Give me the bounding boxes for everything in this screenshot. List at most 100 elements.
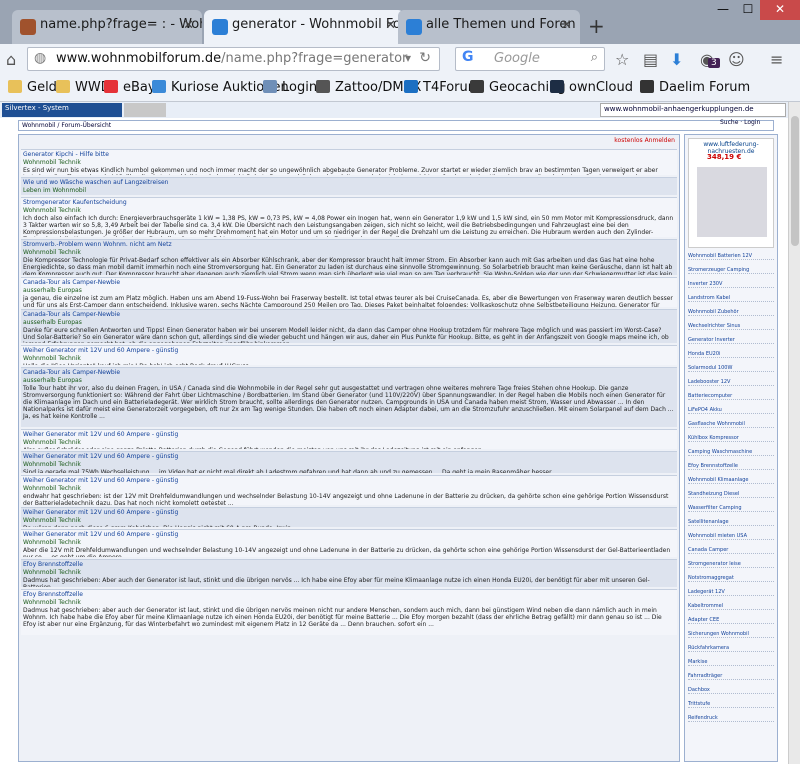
sidebar-link[interactable]: Satellitenanlage — [688, 519, 774, 526]
post-forum[interactable]: Leben im Wohnmobil — [21, 187, 677, 194]
reload-icon[interactable]: ↻ — [419, 50, 431, 66]
breadcrumb[interactable]: Wohnmobil / Forum-Übersicht — [18, 120, 774, 131]
post-title[interactable]: Canada-Tour als Camper-Newbie — [21, 368, 677, 377]
close-icon[interactable]: ✕ — [183, 18, 194, 33]
sidebar-link[interactable]: Reifendruck — [688, 715, 774, 722]
sidebar-link[interactable]: Camping Waschmaschine — [688, 449, 774, 456]
tab-2[interactable]: generator - Wohnmobil Fo... ✕ — [204, 10, 404, 44]
post-title[interactable]: Weiher Generator mit 12V und 60 Ampere -… — [21, 346, 677, 355]
post-forum[interactable]: Wohnmobil Technik — [21, 439, 677, 446]
sidebar-link[interactable]: Canada Camper — [688, 547, 774, 554]
sidebar-ad[interactable]: www.luftfederung-nachruesten.de 348,19 € — [688, 138, 774, 248]
sidebar-link[interactable]: Kühlbox Kompressor — [688, 435, 774, 442]
post-forum[interactable]: Wohnmobil Technik — [21, 159, 677, 166]
sidebar-link[interactable]: Ladebooster 12V — [688, 379, 774, 386]
sidebar-link[interactable]: Honda EU20i — [688, 351, 774, 358]
post-forum[interactable]: Wohnmobil Technik — [21, 207, 677, 214]
post-forum[interactable]: Wohnmobil Technik — [21, 355, 677, 362]
post-forum[interactable]: Wohnmobil Technik — [21, 517, 677, 524]
bookmark-ebay[interactable]: eBay — [104, 80, 156, 95]
sidebar-link[interactable]: Trittstufe — [688, 701, 774, 708]
post-forum[interactable]: ausserhalb Europas — [21, 287, 677, 294]
tab-3[interactable]: alle Themen und Foren - ... ✕ — [398, 10, 580, 44]
post-title[interactable]: Weiher Generator mit 12V und 60 Ampere -… — [21, 452, 677, 461]
post-title[interactable]: Stromverb.-Problem wenn Wohnm. nicht am … — [21, 240, 677, 249]
sidebar-link[interactable]: Adapter CEE — [688, 617, 774, 624]
bookmark-daelim-forum[interactable]: Daelim Forum — [640, 80, 750, 95]
sidebar-link[interactable]: Sicherungen Wohnmobil — [688, 631, 774, 638]
download-icon[interactable]: ⬇ — [670, 50, 683, 69]
post-forum[interactable]: Wohnmobil Technik — [21, 539, 677, 546]
sidebar-link[interactable]: Batteriecomputer — [688, 393, 774, 400]
clipboard-icon[interactable]: ▤ — [643, 50, 658, 69]
banner-ad-image[interactable] — [124, 103, 166, 117]
sidebar-link[interactable]: Dachbox — [688, 687, 774, 694]
post-title[interactable]: Weiher Generator mit 12V und 60 Ampere -… — [21, 508, 677, 517]
post-title[interactable]: Efoy Brennstoffzelle — [21, 560, 677, 569]
menu-icon[interactable]: ≡ — [770, 50, 783, 69]
post-title[interactable]: Generator Kipchi - Hilfe bitte — [21, 150, 677, 159]
sidebar-link[interactable]: Markise — [688, 659, 774, 666]
post-title[interactable]: Weiher Generator mit 12V und 60 Ampere -… — [21, 530, 677, 539]
sidebar-link[interactable]: LiFePO4 Akku — [688, 407, 774, 414]
scrollbar-thumb[interactable] — [791, 116, 799, 246]
sidebar-link[interactable]: Stromerzeuger Camping — [688, 267, 774, 274]
bookmark-login[interactable]: Login — [263, 80, 317, 95]
sidebar-link[interactable]: Kabeltrommel — [688, 603, 774, 610]
post-title[interactable]: Weiher Generator mit 12V und 60 Ampere -… — [21, 430, 677, 439]
scrollbar[interactable] — [788, 102, 800, 764]
sidebar-link[interactable]: Ladegerät 12V — [688, 589, 774, 596]
post-forum[interactable]: Wohnmobil Technik — [21, 461, 677, 468]
new-tab-button[interactable]: + — [588, 14, 605, 38]
post-forum[interactable]: ausserhalb Europas — [21, 319, 677, 326]
bookmark-t4forum[interactable]: T4Forum — [404, 80, 480, 95]
maximize-button[interactable]: ☐ — [736, 0, 760, 20]
close-window-button[interactable]: ✕ — [760, 0, 800, 20]
bookmark-owncloud[interactable]: ownCloud — [550, 80, 633, 95]
post-title[interactable]: Weiher Generator mit 12V und 60 Ampere -… — [21, 476, 677, 485]
tab-1[interactable]: name.php?frage= : - Wohn... ✕ — [12, 10, 202, 44]
sidebar-link[interactable]: Wohnmobil Zubehör — [688, 309, 774, 316]
sidebar-link[interactable]: Standheizung Diesel — [688, 491, 774, 498]
sidebar-link[interactable]: Wasserfilter Camping — [688, 505, 774, 512]
sidebar-link[interactable]: Wohnmobil Klimaanlage — [688, 477, 774, 484]
banner-ad-left[interactable]: Silvertex - System — [2, 103, 122, 117]
post-title[interactable]: Stromgenerator Kaufentscheidung — [21, 198, 677, 207]
top-links[interactable]: Suche · Login — [720, 119, 760, 126]
sidebar-link[interactable]: Notstromaggregat — [688, 575, 774, 582]
minimize-button[interactable]: — — [710, 0, 736, 20]
post-title[interactable]: Canada-Tour als Camper-Newbie — [21, 278, 677, 287]
post-forum[interactable]: Wohnmobil Technik — [21, 249, 677, 256]
home-icon[interactable]: ⌂ — [6, 50, 16, 69]
post-forum[interactable]: Wohnmobil Technik — [21, 485, 677, 492]
post-title[interactable]: Wie und wo Wäsche waschen auf Langzeitre… — [21, 178, 677, 187]
profile-icon[interactable]: ☺ — [728, 50, 745, 69]
sidebar-link[interactable]: Wechselrichter Sinus — [688, 323, 774, 330]
sidebar-link[interactable]: Stromgenerator leise — [688, 561, 774, 568]
close-icon[interactable]: ✕ — [561, 18, 572, 33]
dropdown-icon[interactable]: ▾ — [405, 51, 411, 65]
sidebar-link[interactable]: Inverter 230V — [688, 281, 774, 288]
sidebar-link[interactable]: Wohnmobil mieten USA — [688, 533, 774, 540]
sidebar-link[interactable]: Rückfahrkamera — [688, 645, 774, 652]
register-link[interactable]: kostenlos Anmelden — [614, 137, 675, 144]
sidebar-link[interactable]: Generator Inverter — [688, 337, 774, 344]
search-icon[interactable]: ⌕ — [591, 50, 598, 65]
sidebar-link[interactable]: Gasflasche Wohnmobil — [688, 421, 774, 428]
banner-ad-right[interactable]: www.wohnmobil-anhaengerkupplungen.de — [600, 103, 786, 117]
star-icon[interactable]: ☆ — [615, 50, 629, 69]
post-title[interactable]: Canada-Tour als Camper-Newbie — [21, 310, 677, 319]
address-bar[interactable]: ◍ www.wohnmobilforum.de/name.php?frage=g… — [27, 47, 440, 71]
sidebar-link[interactable]: Solarmodul 100W — [688, 365, 774, 372]
bookmark-geld[interactable]: Geld — [8, 80, 57, 95]
post-forum[interactable]: Wohnmobil Technik — [21, 599, 677, 606]
close-icon[interactable]: ✕ — [385, 18, 396, 33]
sidebar-link[interactable]: Efoy Brennstoffzelle — [688, 463, 774, 470]
post-forum[interactable]: ausserhalb Europas — [21, 377, 677, 384]
post-title[interactable]: Efoy Brennstoffzelle — [21, 590, 677, 599]
sidebar-link[interactable]: Landstrom Kabel — [688, 295, 774, 302]
bookmark-wwd[interactable]: WWD — [56, 80, 111, 95]
post-forum[interactable]: Wohnmobil Technik — [21, 569, 677, 576]
sidebar-link[interactable]: Fahrradträger — [688, 673, 774, 680]
search-box[interactable]: G Google ⌕ — [455, 47, 605, 71]
